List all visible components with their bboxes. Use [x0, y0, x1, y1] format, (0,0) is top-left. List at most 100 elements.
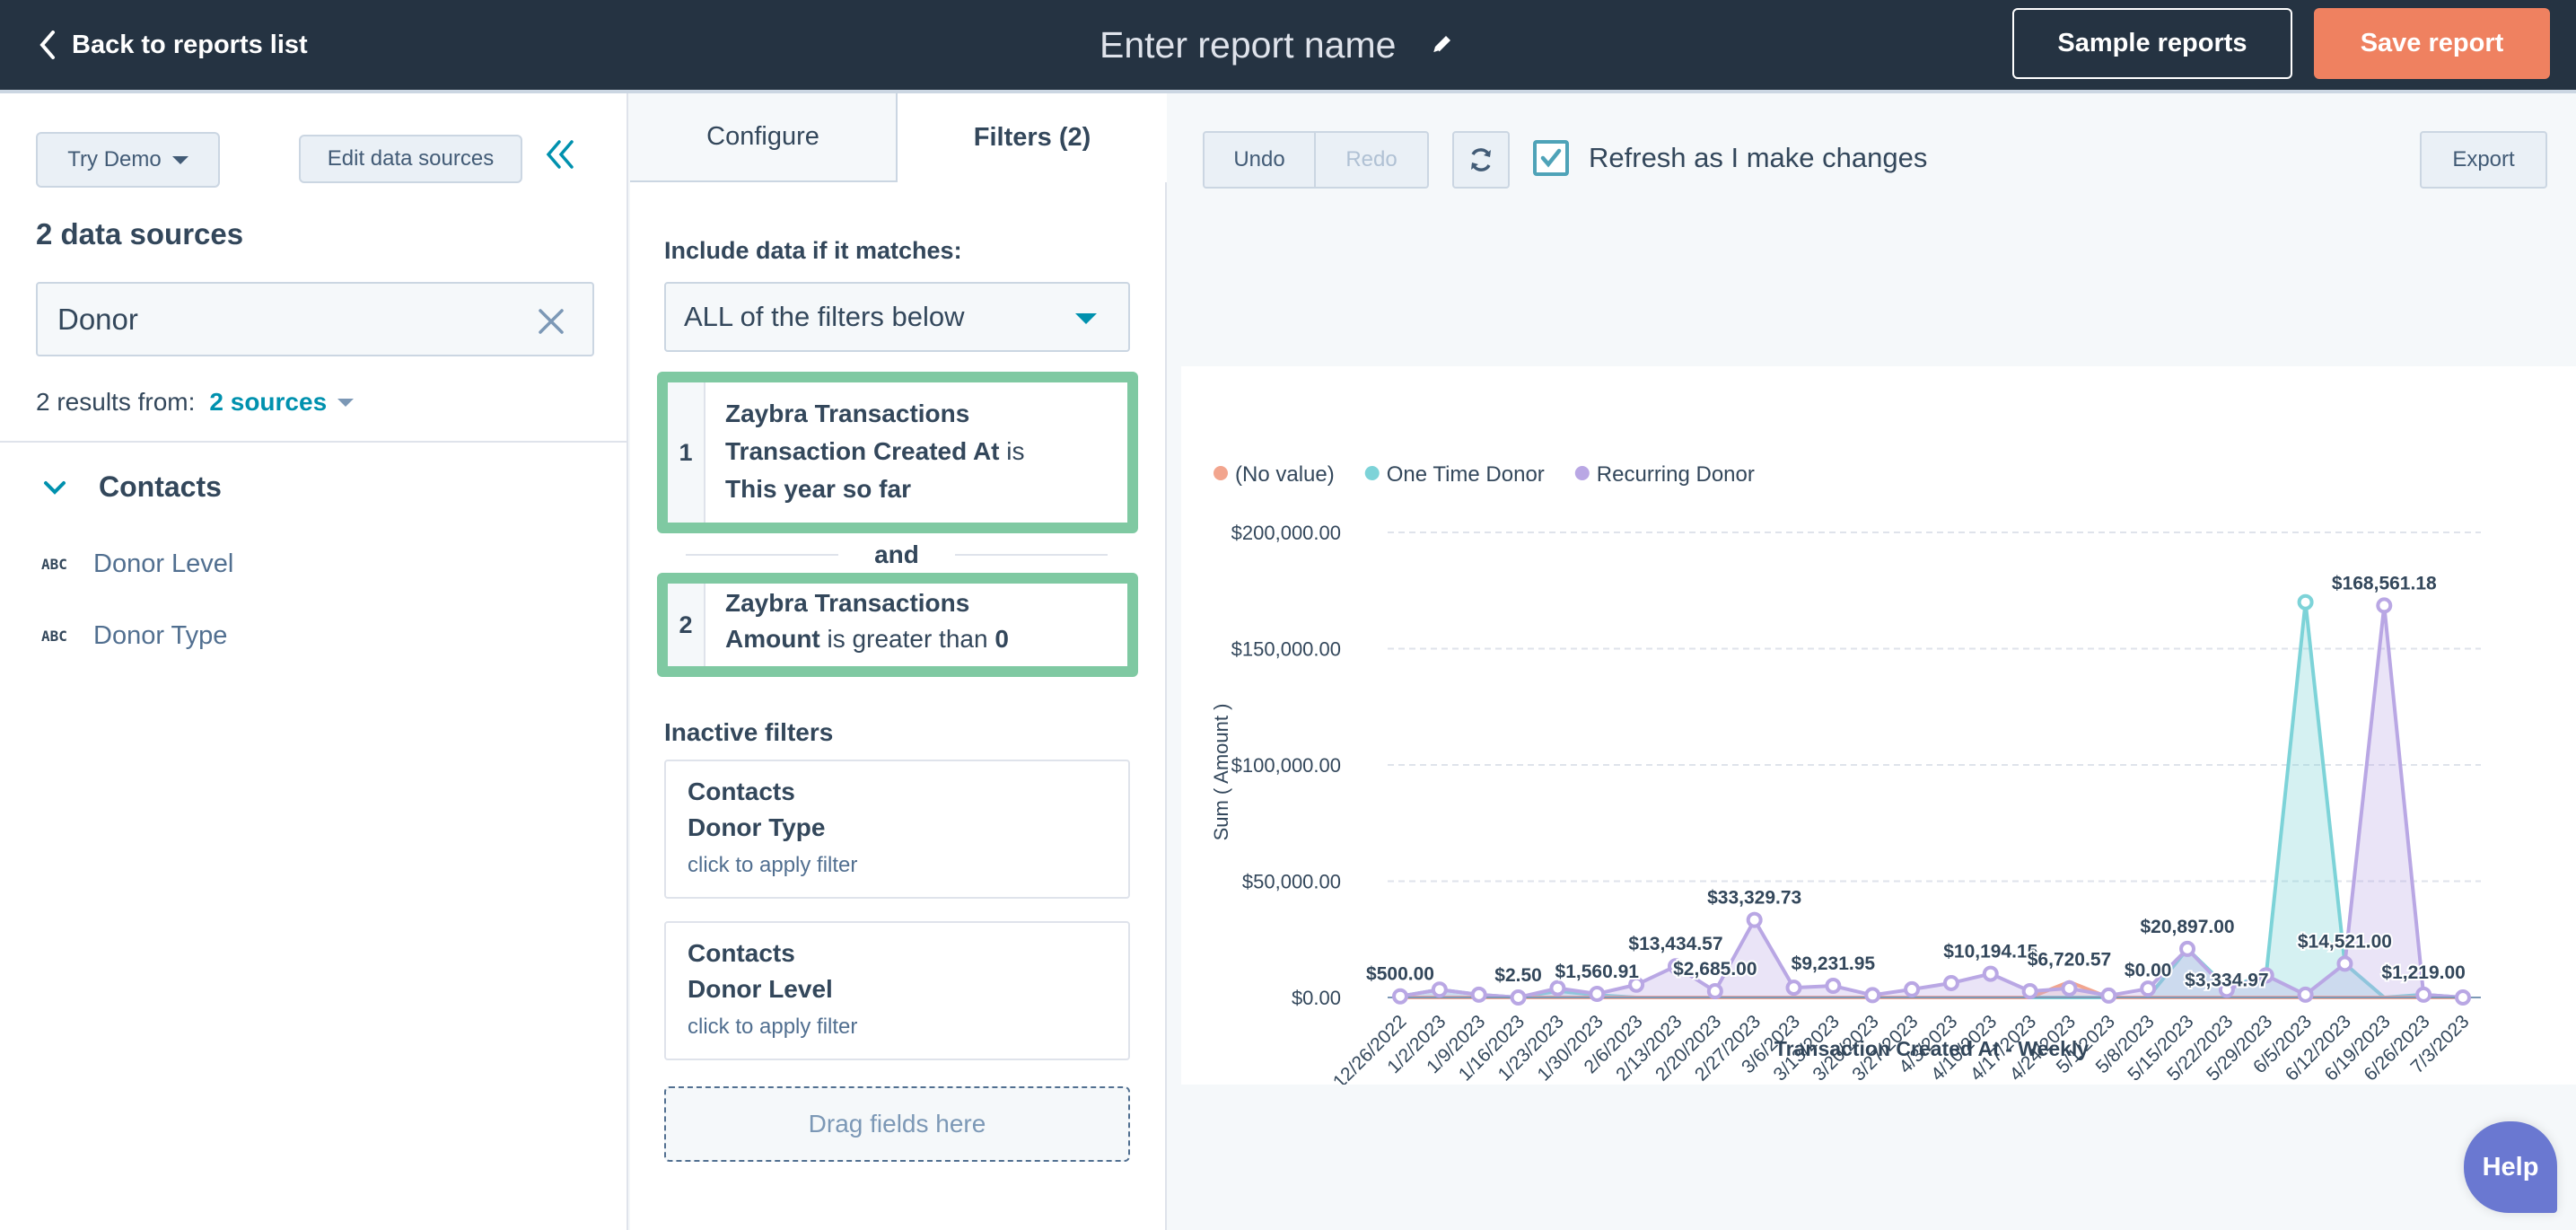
try-demo-label: Try Demo: [67, 147, 162, 171]
caret-down-icon: [171, 155, 188, 164]
filter-match-select[interactable]: ALL of the filters below: [664, 282, 1130, 352]
filter-operator: is greater than: [827, 625, 988, 653]
data-point: [1982, 965, 1999, 982]
data-point: [2179, 940, 2196, 957]
help-button[interactable]: Help: [2464, 1121, 2557, 1213]
undo-redo-group: Undo Redo: [1203, 131, 1429, 189]
pencil-icon[interactable]: [1430, 33, 1453, 57]
report-name-placeholder: Enter report name: [1100, 23, 1397, 66]
data-point: [1431, 981, 1448, 998]
data-point: [1549, 980, 1566, 997]
y-tick-label: $0.00: [1292, 987, 1341, 1009]
text-type-icon: ABC: [41, 556, 67, 573]
select-value: ALL of the filters below: [684, 301, 965, 332]
data-label: $168,561.18: [2332, 573, 2437, 593]
field-label: Donor Level: [93, 549, 234, 578]
tab-filters[interactable]: Filters (2): [898, 93, 1167, 182]
data-point: [1589, 985, 1606, 1002]
field-item-donor-level[interactable]: ABC Donor Level: [41, 549, 233, 579]
data-point: [1470, 986, 1487, 1003]
legend-label: (No value): [1235, 462, 1335, 487]
filter-number: 2: [668, 584, 705, 666]
legend-marker: [1364, 466, 1380, 480]
filter-value: 0: [994, 625, 1009, 653]
inactive-filter-card[interactable]: Contacts Donor Type click to apply filte…: [664, 760, 1130, 899]
data-point: [2455, 989, 2471, 1006]
back-label: Back to reports list: [72, 30, 308, 59]
field-label: Donor Type: [93, 621, 228, 650]
active-filter-card[interactable]: 1 Zaybra Transactions Transaction Create…: [657, 372, 1138, 533]
data-point: [1942, 974, 1959, 991]
active-filter-card[interactable]: 2 Zaybra Transactions Amount is greater …: [657, 573, 1138, 677]
data-label: $1,560.91: [1555, 962, 1640, 982]
chevron-down-icon: [44, 480, 66, 495]
data-point: [2415, 986, 2432, 1003]
double-chevron-left-icon[interactable]: [543, 136, 579, 172]
back-to-reports-link[interactable]: Back to reports list: [39, 25, 308, 65]
sample-reports-button[interactable]: Sample reports: [2012, 8, 2292, 79]
filter-object: Contacts: [688, 778, 795, 805]
report-preview-panel: Undo Redo Refresh as I make changes Expo…: [1169, 93, 2576, 1230]
data-point: [2297, 593, 2314, 611]
data-label: $14,521.00: [2298, 931, 2392, 952]
data-label: $0.00: [2125, 961, 2172, 981]
try-demo-button[interactable]: Try Demo: [36, 132, 220, 188]
legend-marker: [1574, 466, 1590, 480]
group-contacts-toggle[interactable]: Contacts: [43, 470, 222, 504]
text-type-icon: ABC: [41, 628, 67, 645]
clear-search-icon[interactable]: [537, 307, 565, 336]
refresh-checkbox[interactable]: [1533, 140, 1569, 176]
field-search-input[interactable]: Donor: [36, 282, 594, 356]
y-tick-label: $150,000.00: [1231, 638, 1341, 661]
data-point: [2021, 983, 2038, 1000]
results-summary: 2 results from: 2 sources: [36, 388, 355, 417]
sources-dropdown[interactable]: 2 sources: [209, 388, 355, 417]
apply-filter-hint: click to apply filter: [688, 1015, 858, 1039]
tab-configure[interactable]: Configure: [630, 93, 898, 182]
inactive-filter-card[interactable]: Contacts Donor Level click to apply filt…: [664, 921, 1130, 1060]
data-point: [2376, 597, 2393, 614]
y-tick-label: $50,000.00: [1242, 871, 1341, 893]
data-point: [1904, 980, 1921, 997]
refresh-checkbox-row[interactable]: Refresh as I make changes: [1533, 140, 1927, 176]
data-label: $20,897.00: [2140, 917, 2234, 937]
data-point: [1864, 987, 1881, 1004]
legend-label: One Time Donor: [1387, 462, 1545, 487]
export-button[interactable]: Export: [2420, 131, 2547, 189]
data-point: [2336, 955, 2353, 972]
report-name-field[interactable]: Enter report name: [1100, 20, 1453, 70]
caret-down-icon: [1075, 313, 1097, 324]
data-point: [1825, 978, 1842, 995]
sources-link-label: 2 sources: [209, 388, 328, 416]
conjunction-label: and: [874, 540, 919, 568]
save-report-button[interactable]: Save report: [2314, 8, 2550, 79]
refresh-button[interactable]: [1452, 131, 1510, 189]
undo-button[interactable]: Undo: [1205, 133, 1316, 187]
filter-object: Zaybra Transactions: [725, 400, 970, 427]
filter-value: This year so far: [725, 475, 911, 503]
data-label: $13,434.57: [1628, 934, 1722, 954]
refresh-icon: [1471, 148, 1491, 171]
results-prefix: 2 results from:: [36, 388, 196, 416]
redo-button[interactable]: Redo: [1316, 133, 1427, 187]
data-point: [1510, 988, 1527, 1006]
data-point: [1706, 983, 1723, 1000]
y-tick-label: $100,000.00: [1231, 754, 1341, 777]
field-item-donor-type[interactable]: ABC Donor Type: [41, 621, 227, 651]
x-axis-label: Transaction Created At - Weekly: [1774, 1037, 2089, 1060]
group-label: Contacts: [99, 470, 222, 503]
data-sources-panel: Try Demo Edit data sources 2 data source…: [0, 93, 628, 1230]
divider: [0, 441, 628, 443]
filter-property: Donor Level: [688, 975, 833, 1003]
filter-conjunction: and: [686, 537, 1108, 573]
edit-data-sources-button[interactable]: Edit data sources: [299, 135, 522, 183]
chart-card: (No value) One Time Donor Recurring Donor $…: [1181, 366, 2576, 1093]
filter-dropzone[interactable]: Drag fields here: [664, 1086, 1130, 1162]
data-point: [1785, 980, 1802, 997]
data-label: $10,194.15: [1943, 942, 2037, 962]
y-tick-label: $200,000.00: [1231, 522, 1341, 544]
data-point: [2140, 980, 2157, 997]
refresh-checkbox-label: Refresh as I make changes: [1589, 142, 1928, 173]
data-label: $500.00: [1366, 964, 1434, 985]
data-label: $1,219.00: [2381, 962, 2465, 983]
